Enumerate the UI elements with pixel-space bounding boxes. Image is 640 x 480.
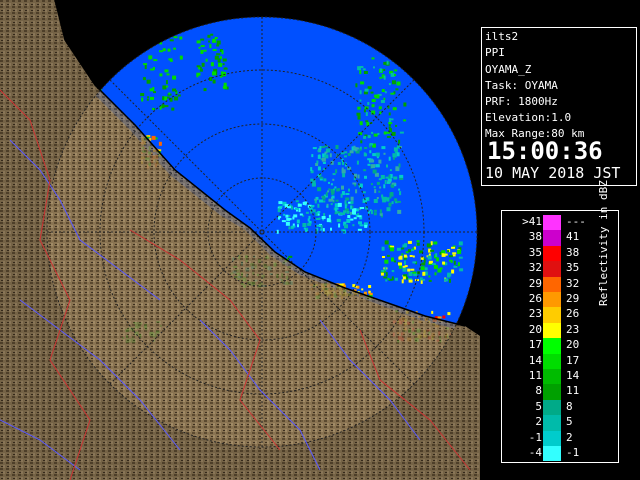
legend-swatch-15: [543, 446, 561, 462]
legend-swatch-2: [543, 245, 561, 262]
legend-high-15: -1: [566, 446, 580, 459]
product-name: OYAMA_Z: [485, 63, 532, 76]
legend-high-12: 8: [566, 399, 573, 413]
legend-swatch-3: [543, 261, 561, 277]
legend-high-1: 41: [566, 230, 580, 244]
legend-swatch-8: [543, 338, 561, 354]
legend-swatch-9: [543, 353, 561, 369]
legend-low-4: 29: [528, 276, 542, 290]
legend-swatch-7: [543, 322, 561, 339]
legend-swatch-14: [543, 430, 561, 446]
legend-low-13: 2: [535, 415, 542, 429]
legend-high-4: 32: [566, 276, 580, 290]
scan-time: 15:00:36: [487, 137, 603, 165]
legend-swatch-4: [543, 276, 561, 292]
scan-type: PPI: [485, 46, 505, 59]
legend-high-8: 20: [566, 338, 580, 352]
legend-swatch-10: [543, 369, 561, 385]
legend-low-12: 5: [535, 399, 542, 413]
legend-high-3: 35: [566, 261, 580, 275]
radar-ppi-map: [0, 0, 480, 480]
legend-low-2: 35: [528, 245, 542, 259]
legend-low-11: 8: [535, 384, 542, 398]
legend-low-14: -1: [528, 430, 542, 444]
legend-low-15: -4: [528, 446, 542, 459]
prf-value: PRF: 1800Hz: [485, 95, 558, 108]
legend-unit-label: Reflectivity in dBZ: [597, 180, 610, 306]
legend-high-11: 11: [566, 384, 580, 398]
reflectivity-legend: >41 --- 38 41 35 38 32 35 29 32 26 29 23 26 20 23 17 20 14…: [501, 180, 619, 463]
radar-id: ilts2: [485, 30, 519, 43]
task-name: Task: OYAMA: [485, 79, 558, 92]
legend-swatch-12: [543, 399, 561, 416]
legend-high-7: 23: [566, 322, 580, 336]
legend-high-9: 17: [566, 353, 580, 367]
radar-info-box: ilts2 PPI OYAMA_Z Task: OYAMA PRF: 1800H…: [481, 27, 637, 186]
legend-swatch-5: [543, 292, 561, 308]
scan-date: 10 MAY 2018 JST: [485, 164, 621, 182]
legend-low-3: 32: [528, 261, 542, 275]
legend-low-10: 11: [528, 369, 542, 382]
legend-swatch-11: [543, 384, 561, 400]
legend-swatch-6: [543, 307, 561, 323]
legend-high-10: 14: [566, 369, 580, 382]
legend-high-6: 26: [566, 307, 580, 321]
legend-low-7: 20: [528, 322, 542, 336]
legend-low-8: 17: [528, 338, 542, 352]
legend-high-14: 2: [566, 430, 573, 444]
legend-high-2: 38: [566, 245, 580, 259]
legend-low-6: 23: [528, 307, 542, 321]
legend-low-5: 26: [528, 292, 542, 305]
legend-high-5: 29: [566, 292, 580, 305]
info-panel: ilts2 PPI OYAMA_Z Task: OYAMA PRF: 1800H…: [480, 0, 640, 480]
elevation-value: Elevation:1.0: [485, 111, 572, 124]
legend-swatch-1: [543, 230, 561, 246]
legend-low-9: 14: [528, 353, 542, 367]
legend-low-1: 38: [528, 230, 542, 244]
legend-swatch-13: [543, 415, 561, 431]
legend-high-13: 5: [566, 415, 573, 429]
legend-low-0: >41: [522, 215, 542, 228]
legend-swatch-0: [543, 215, 561, 231]
legend-high-0: ---: [566, 215, 586, 228]
